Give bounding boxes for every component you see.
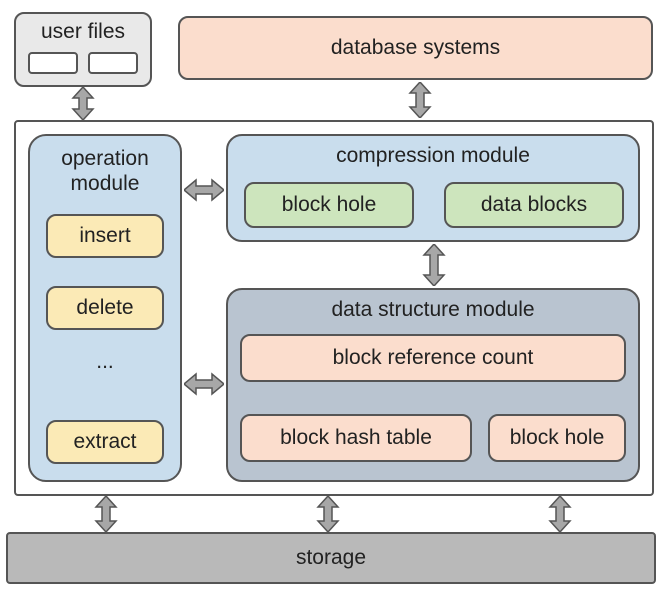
op-label: delete: [76, 296, 133, 320]
block-hash-table: block hash table: [240, 414, 472, 462]
arrow-icon: [548, 496, 572, 532]
op-ellipsis: ...: [46, 350, 164, 374]
arrow-icon: [94, 496, 118, 532]
compression-block-hole: block hole: [244, 182, 414, 228]
op-delete: delete: [46, 286, 164, 330]
database-systems-label: database systems: [331, 36, 500, 60]
operation-module-title: operation module: [30, 146, 180, 196]
op-label: insert: [79, 224, 130, 248]
arrow-icon: [316, 496, 340, 532]
file-icon: [28, 52, 78, 74]
arrow-icon: [71, 87, 95, 120]
diagram-canvas: user files database systems operation mo…: [0, 0, 668, 598]
op-label: extract: [73, 430, 136, 454]
op-extract: extract: [46, 420, 164, 464]
data-structure-module-title: data structure module: [228, 298, 638, 322]
user-files-label: user files: [41, 20, 125, 44]
storage-box: storage: [6, 532, 656, 584]
database-systems-box: database systems: [178, 16, 653, 80]
arrow-icon: [422, 244, 446, 286]
compression-item-label: block hole: [282, 193, 377, 217]
arrow-icon: [408, 82, 432, 118]
dsm-label: block reference count: [333, 346, 534, 370]
user-files-box: user files: [14, 12, 152, 87]
compression-module-title: compression module: [228, 144, 638, 168]
file-icon: [88, 52, 138, 74]
dsm-label: block hole: [510, 426, 605, 450]
storage-label: storage: [296, 546, 366, 570]
block-reference-count: block reference count: [240, 334, 626, 382]
arrow-icon: [184, 372, 224, 396]
dsm-block-hole: block hole: [488, 414, 626, 462]
compression-data-blocks: data blocks: [444, 182, 624, 228]
arrow-icon: [184, 178, 224, 202]
compression-item-label: data blocks: [481, 193, 587, 217]
dsm-label: block hash table: [280, 426, 432, 450]
op-insert: insert: [46, 214, 164, 258]
